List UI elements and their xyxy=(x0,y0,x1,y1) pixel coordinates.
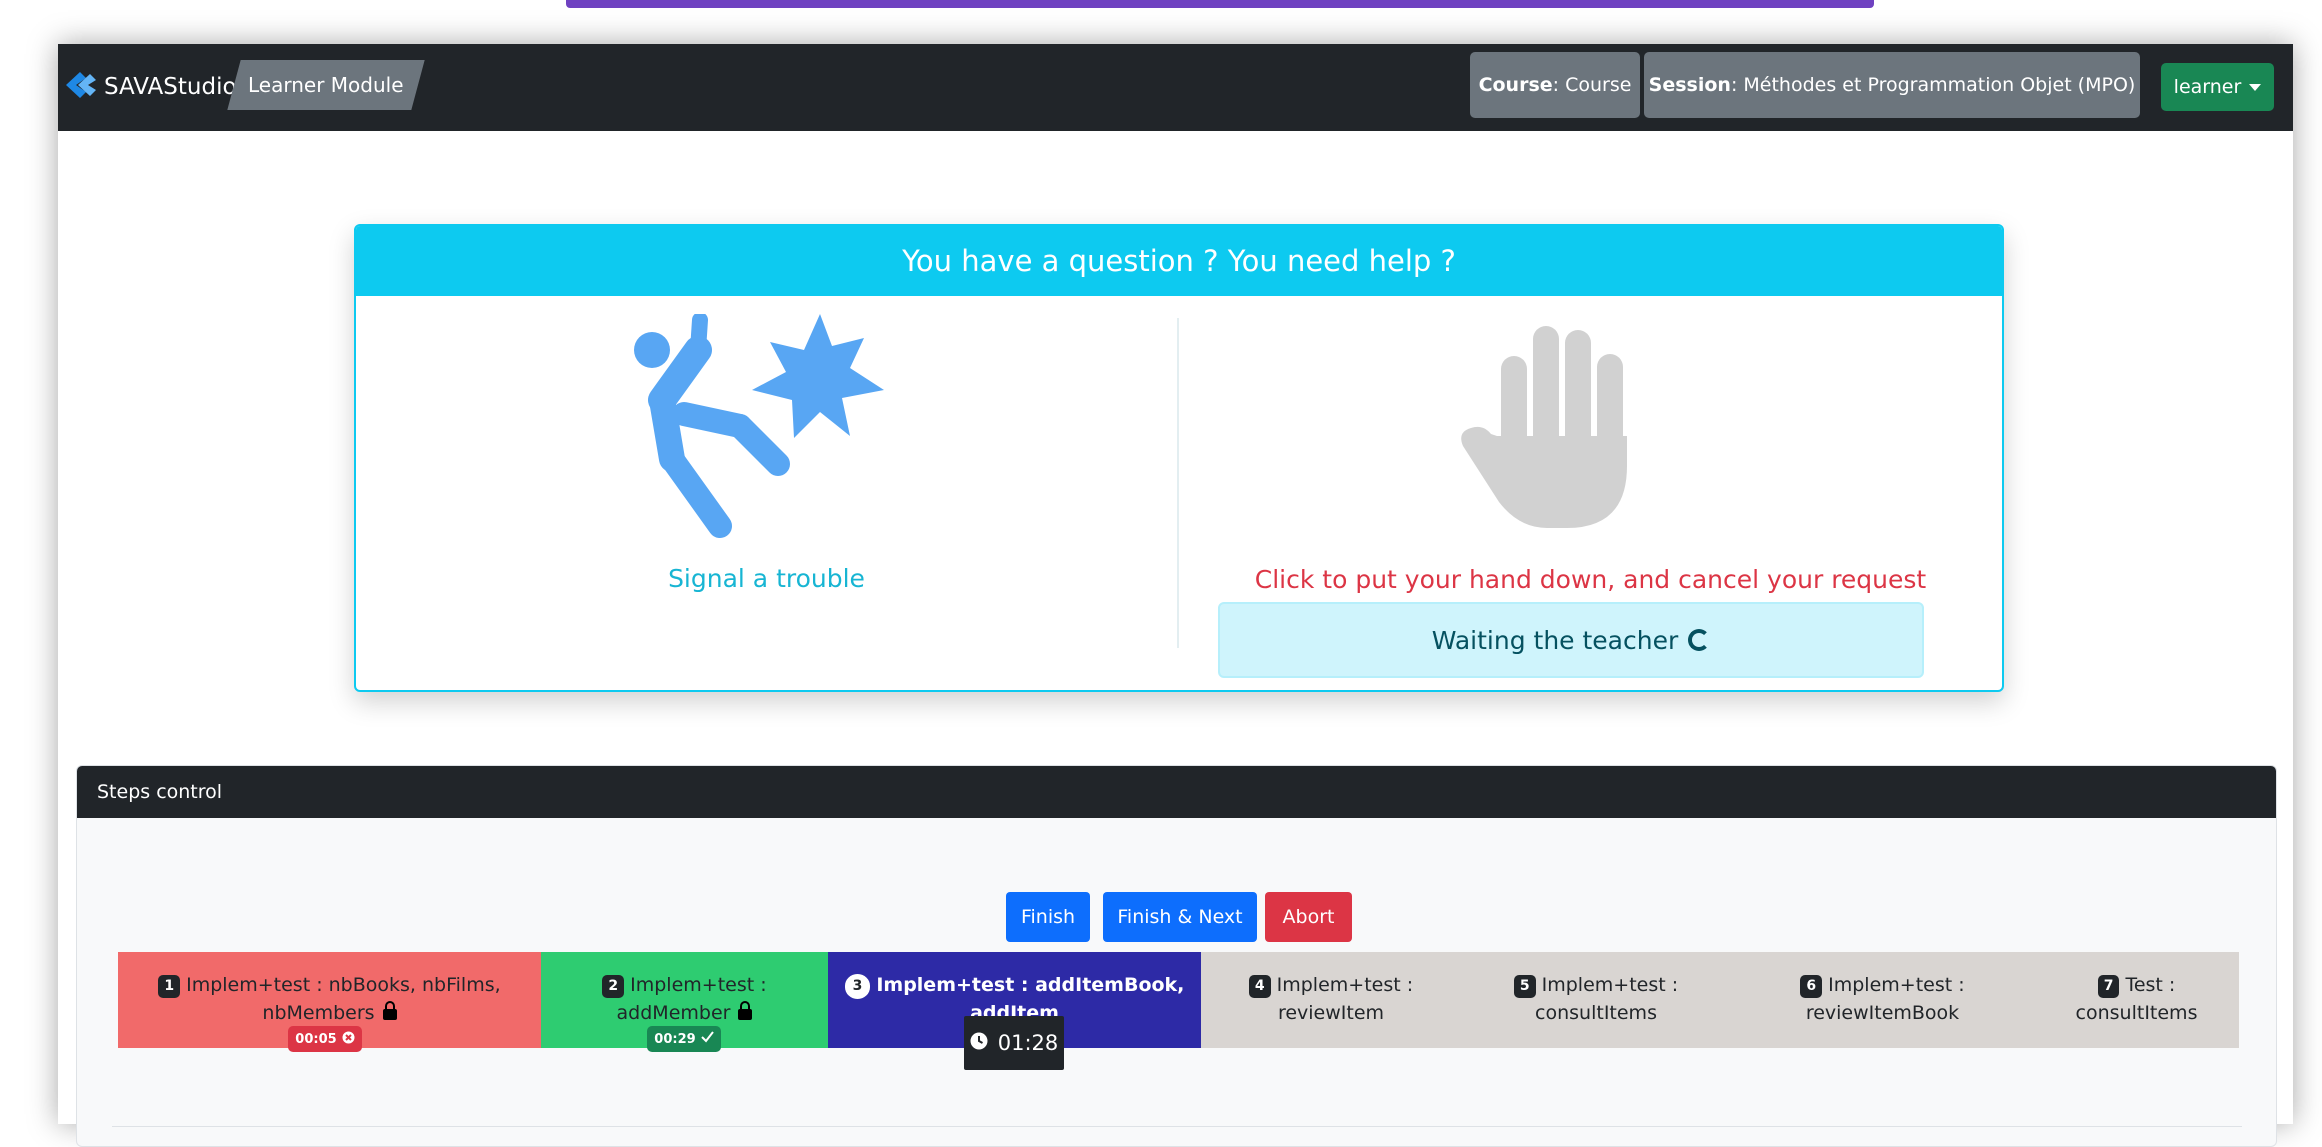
step-1-time-badge: 00:05 xyxy=(288,1026,362,1052)
user-menu-button[interactable]: learner xyxy=(2161,63,2274,111)
user-name: learner xyxy=(2173,76,2242,98)
timer-value: 01:28 xyxy=(997,1031,1059,1055)
steps-control-card: Steps control Finish Finish & Next Abort… xyxy=(76,765,2277,1147)
person-slip-icon[interactable] xyxy=(628,312,888,543)
step-5[interactable]: 5 Implem+test : consultItems xyxy=(1461,952,1731,1048)
time-value: 00:29 xyxy=(654,1031,696,1047)
step-label: Implem+test : reviewItemBook xyxy=(1805,974,1965,1024)
spinner-icon xyxy=(1688,629,1711,651)
step-3-timer: 01:28 xyxy=(964,1016,1064,1070)
step-number: 6 xyxy=(1800,975,1823,998)
step-label: Implem+test : reviewItem xyxy=(1276,974,1414,1024)
savastudio-logo-icon xyxy=(64,68,98,106)
lock-icon xyxy=(382,1001,397,1020)
course-pill: Course: Course xyxy=(1470,52,1640,118)
raised-hand-icon[interactable] xyxy=(1457,316,1657,535)
module-label: Learner Module xyxy=(248,73,404,97)
navbar: SAVAStudio Learner Module Course: Course… xyxy=(58,44,2293,131)
step-number: 7 xyxy=(2097,975,2120,998)
session-value: : Méthodes et Programmation Objet (MPO) xyxy=(1730,74,2136,96)
app-window: SAVAStudio Learner Module Course: Course… xyxy=(58,44,2293,1147)
finish-next-button[interactable]: Finish & Next xyxy=(1103,892,1257,942)
step-4[interactable]: 4 Implem+test : reviewItem xyxy=(1201,952,1461,1048)
step-7[interactable]: 7 Test : consultItems xyxy=(2034,952,2239,1048)
steps-divider xyxy=(112,1126,2242,1127)
finish-button[interactable]: Finish xyxy=(1006,892,1090,942)
waiting-text: Waiting the teacher xyxy=(1431,625,1679,655)
check-icon xyxy=(700,1031,714,1047)
abort-button[interactable]: Abort xyxy=(1265,892,1352,942)
failed-icon xyxy=(342,1031,355,1048)
help-card-title: You have a question ? You need help ? xyxy=(356,226,2002,296)
step-6[interactable]: 6 Implem+test : reviewItemBook xyxy=(1731,952,2034,1048)
step-2-time-badge: 00:29 xyxy=(647,1026,721,1052)
step-label: Test : consultItems xyxy=(2075,974,2198,1024)
session-pill: Session: Méthodes et Programmation Objet… xyxy=(1644,52,2140,118)
session-label: Session xyxy=(1648,74,1731,96)
step-label: Implem+test : nbBooks, nbFilms, nbMember… xyxy=(186,974,501,1024)
course-label: Course xyxy=(1478,74,1553,96)
help-card: You have a question ? You need help ? Si… xyxy=(354,224,2004,692)
module-tag: Learner Module xyxy=(227,60,425,110)
signal-trouble-panel[interactable]: Signal a trouble xyxy=(356,296,1177,690)
step-label: Implem+test : consultItems xyxy=(1535,974,1679,1024)
top-accent-bar xyxy=(566,0,1874,8)
raise-hand-panel[interactable]: Click to put your hand down, and cancel … xyxy=(1179,296,2002,690)
caret-down-icon xyxy=(2249,83,2262,91)
cancel-request-link[interactable]: Click to put your hand down, and cancel … xyxy=(1179,565,2002,594)
brand[interactable]: SAVAStudio xyxy=(64,66,237,108)
step-number: 4 xyxy=(1248,975,1271,998)
signal-trouble-link[interactable]: Signal a trouble xyxy=(356,564,1177,593)
lock-icon xyxy=(738,1001,753,1020)
steps-control-header: Steps control xyxy=(77,766,2276,818)
step-number: 3 xyxy=(844,974,871,999)
time-value: 00:05 xyxy=(295,1031,337,1047)
step-number: 2 xyxy=(602,975,625,998)
waiting-alert: Waiting the teacher xyxy=(1218,602,1924,678)
clock-icon xyxy=(970,1031,988,1055)
course-value: : Course xyxy=(1552,74,1632,96)
brand-name: SAVAStudio xyxy=(104,74,237,100)
step-number: 5 xyxy=(1513,975,1536,998)
step-number: 1 xyxy=(158,975,181,998)
